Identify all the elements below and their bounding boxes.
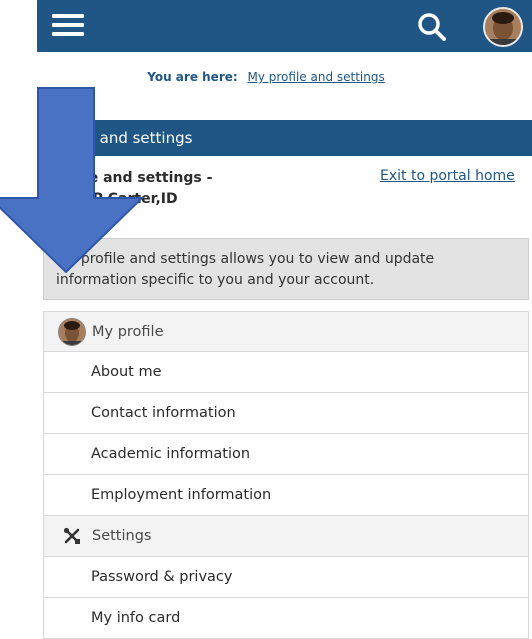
breadcrumb-link[interactable]: My profile and settings <box>248 70 385 84</box>
search-icon[interactable] <box>415 10 449 44</box>
menu-group-label: Settings <box>92 528 152 544</box>
menu-item-my-info-card[interactable]: My info card <box>43 598 529 639</box>
section-header: rofile and settings <box>43 120 532 156</box>
menu-group-my-profile: My profile <box>43 311 529 352</box>
exit-to-portal-link[interactable]: Exit to portal home <box>380 168 515 184</box>
menu-item-employment-information[interactable]: Employment information <box>43 475 529 516</box>
breadcrumb: You are here: My profile and settings <box>0 70 532 84</box>
hamburger-menu-icon[interactable] <box>52 14 84 36</box>
menu-item-contact-information[interactable]: Contact information <box>43 393 529 434</box>
breadcrumb-label: You are here: <box>147 70 238 84</box>
page-title-line-1: rofile and settings - <box>57 170 213 186</box>
user-avatar-icon <box>58 317 86 346</box>
user-avatar-icon[interactable] <box>483 7 523 47</box>
menu-item-about-me[interactable]: About me <box>43 352 529 393</box>
profile-menu: My profile About me Contact information … <box>43 311 529 639</box>
menu-group-settings: Settings <box>43 516 529 557</box>
tools-icon <box>56 527 88 545</box>
menu-group-label: My profile <box>92 323 164 340</box>
page-title-line-2: Ann P Carter,ID <box>57 191 178 207</box>
menu-item-academic-information[interactable]: Academic information <box>43 434 529 475</box>
top-navigation-bar <box>37 0 532 52</box>
info-description: My profile and settings allows you to vi… <box>43 238 529 300</box>
page-title: rofile and settings - Ann P Carter,ID <box>57 168 297 210</box>
menu-item-password-privacy[interactable]: Password & privacy <box>43 557 529 598</box>
